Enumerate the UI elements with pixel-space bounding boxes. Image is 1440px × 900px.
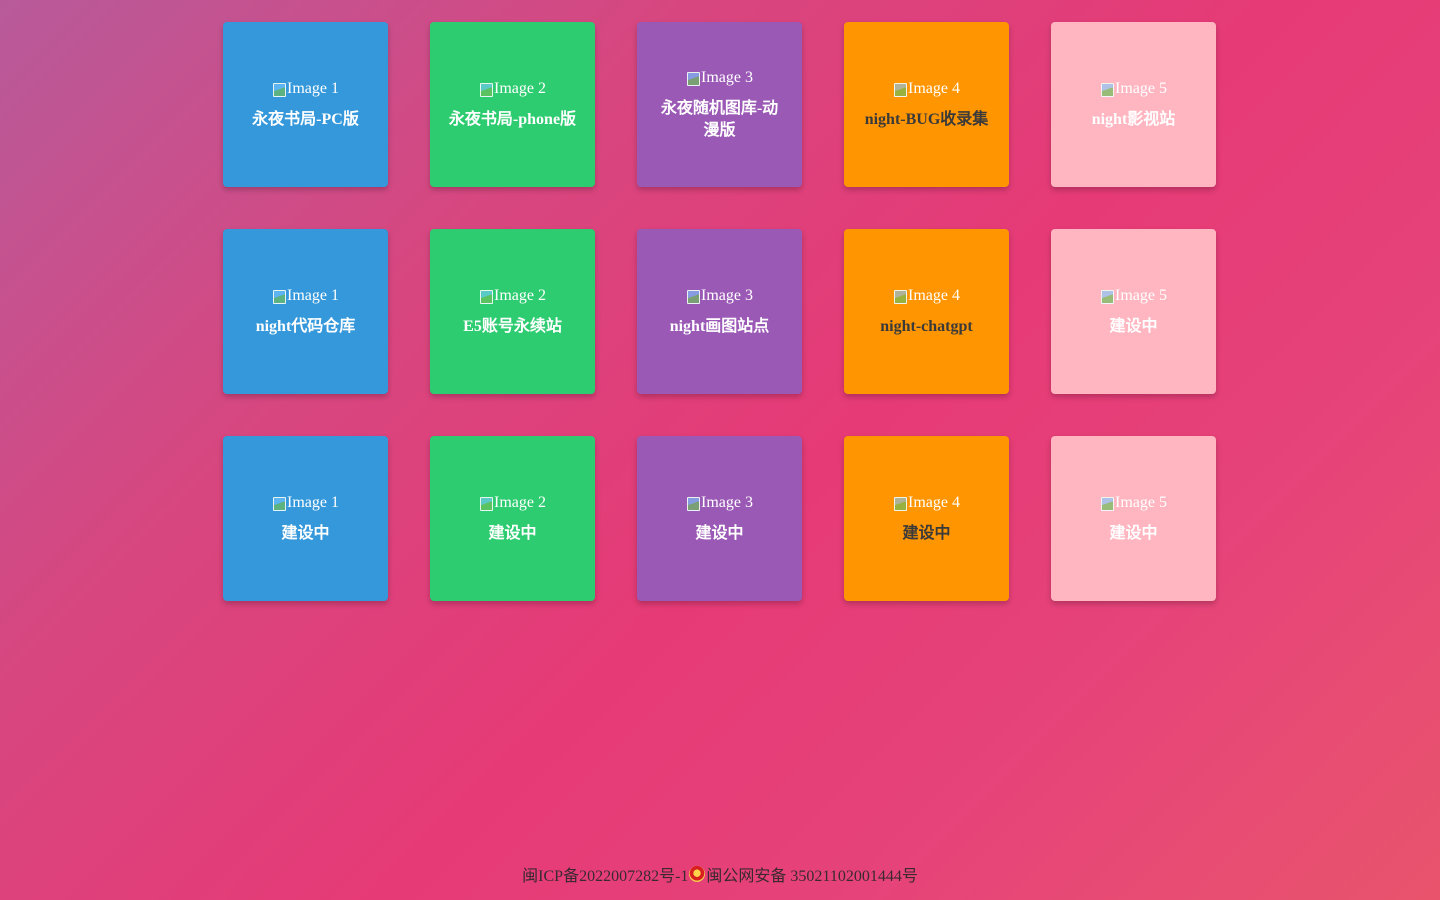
card-label: 建设中 xyxy=(695,524,744,542)
image-alt-text: Image 1 xyxy=(287,79,339,97)
image-placeholder: Image 1 xyxy=(272,493,339,513)
image-placeholder: Image 4 xyxy=(893,286,960,306)
image-alt-text: Image 5 xyxy=(1115,79,1167,97)
card-under-construction[interactable]: Image 5 建设中 xyxy=(1051,436,1216,601)
card-yongye-random-gallery[interactable]: Image 3 永夜随机图库-动漫版 xyxy=(637,22,802,187)
broken-image-icon xyxy=(686,495,700,511)
card-night-video[interactable]: Image 5 night影视站 xyxy=(1051,22,1216,187)
card-label: E5账号永续站 xyxy=(463,317,562,335)
card-yongye-shuju-phone[interactable]: Image 2 永夜书局-phone版 xyxy=(430,22,595,187)
image-alt-text: Image 3 xyxy=(701,68,753,86)
broken-image-icon xyxy=(272,288,286,304)
card-label: night影视站 xyxy=(1091,110,1176,128)
card-label: 永夜书局-phone版 xyxy=(448,110,577,128)
image-placeholder: Image 3 xyxy=(686,68,753,88)
card-e5-account[interactable]: Image 2 E5账号永续站 xyxy=(430,229,595,394)
card-under-construction[interactable]: Image 3 建设中 xyxy=(637,436,802,601)
card-yongye-shuju-pc[interactable]: Image 1 永夜书局-PC版 xyxy=(223,22,388,187)
image-placeholder: Image 3 xyxy=(686,493,753,513)
image-placeholder: Image 1 xyxy=(272,286,339,306)
image-alt-text: Image 4 xyxy=(908,286,960,304)
broken-image-icon xyxy=(893,495,907,511)
image-alt-text: Image 3 xyxy=(701,493,753,511)
card-grid: Image 1 永夜书局-PC版 Image 2 永夜书局-phone版 Ima… xyxy=(223,22,1218,601)
image-alt-text: Image 4 xyxy=(908,493,960,511)
card-label: 建设中 xyxy=(488,524,537,542)
broken-image-icon xyxy=(479,495,493,511)
card-under-construction[interactable]: Image 4 建设中 xyxy=(844,436,1009,601)
card-label: 建设中 xyxy=(1109,317,1158,335)
police-badge-icon xyxy=(689,866,706,882)
broken-image-icon xyxy=(893,288,907,304)
card-label: night代码仓库 xyxy=(255,317,356,335)
broken-image-icon xyxy=(272,495,286,511)
image-placeholder: Image 4 xyxy=(893,79,960,99)
broken-image-icon xyxy=(479,81,493,97)
image-alt-text: Image 2 xyxy=(494,79,546,97)
image-placeholder: Image 4 xyxy=(893,493,960,513)
broken-image-icon xyxy=(1100,81,1114,97)
icp-link[interactable]: 闽ICP备2022007282号-1 xyxy=(522,868,688,885)
image-placeholder: Image 2 xyxy=(479,286,546,306)
broken-image-icon xyxy=(272,81,286,97)
image-alt-text: Image 1 xyxy=(287,286,339,304)
card-label: night-BUG收录集 xyxy=(864,110,989,128)
footer: 闽ICP备2022007282号-1 闽公网安备 35021102001444号 xyxy=(0,862,1440,886)
image-placeholder: Image 2 xyxy=(479,493,546,513)
card-label: 建设中 xyxy=(281,524,330,542)
image-placeholder: Image 3 xyxy=(686,286,753,306)
image-alt-text: Image 3 xyxy=(701,286,753,304)
image-alt-text: Image 2 xyxy=(494,286,546,304)
card-night-code-repo[interactable]: Image 1 night代码仓库 xyxy=(223,229,388,394)
image-alt-text: Image 5 xyxy=(1115,286,1167,304)
image-placeholder: Image 2 xyxy=(479,79,546,99)
image-alt-text: Image 4 xyxy=(908,79,960,97)
image-placeholder: Image 5 xyxy=(1100,493,1167,513)
card-label: 永夜随机图库-动漫版 xyxy=(660,99,779,139)
broken-image-icon xyxy=(1100,288,1114,304)
card-under-construction[interactable]: Image 5 建设中 xyxy=(1051,229,1216,394)
image-placeholder: Image 5 xyxy=(1100,79,1167,99)
image-alt-text: Image 5 xyxy=(1115,493,1167,511)
image-placeholder: Image 1 xyxy=(272,79,339,99)
card-under-construction[interactable]: Image 1 建设中 xyxy=(223,436,388,601)
image-placeholder: Image 5 xyxy=(1100,286,1167,306)
card-night-drawing[interactable]: Image 3 night画图站点 xyxy=(637,229,802,394)
card-label: 建设中 xyxy=(1109,524,1158,542)
card-label: 永夜书局-PC版 xyxy=(252,110,359,128)
card-label: 建设中 xyxy=(902,524,951,542)
card-under-construction[interactable]: Image 2 建设中 xyxy=(430,436,595,601)
broken-image-icon xyxy=(686,288,700,304)
broken-image-icon xyxy=(1100,495,1114,511)
card-night-chatgpt[interactable]: Image 4 night-chatgpt xyxy=(844,229,1009,394)
image-alt-text: Image 2 xyxy=(494,493,546,511)
image-alt-text: Image 1 xyxy=(287,493,339,511)
card-night-bug[interactable]: Image 4 night-BUG收录集 xyxy=(844,22,1009,187)
police-record-link[interactable]: 闽公网安备 35021102001444号 xyxy=(706,868,917,885)
card-label: night-chatgpt xyxy=(880,317,973,335)
broken-image-icon xyxy=(893,81,907,97)
card-label: night画图站点 xyxy=(669,317,770,335)
broken-image-icon xyxy=(686,70,700,86)
broken-image-icon xyxy=(479,288,493,304)
